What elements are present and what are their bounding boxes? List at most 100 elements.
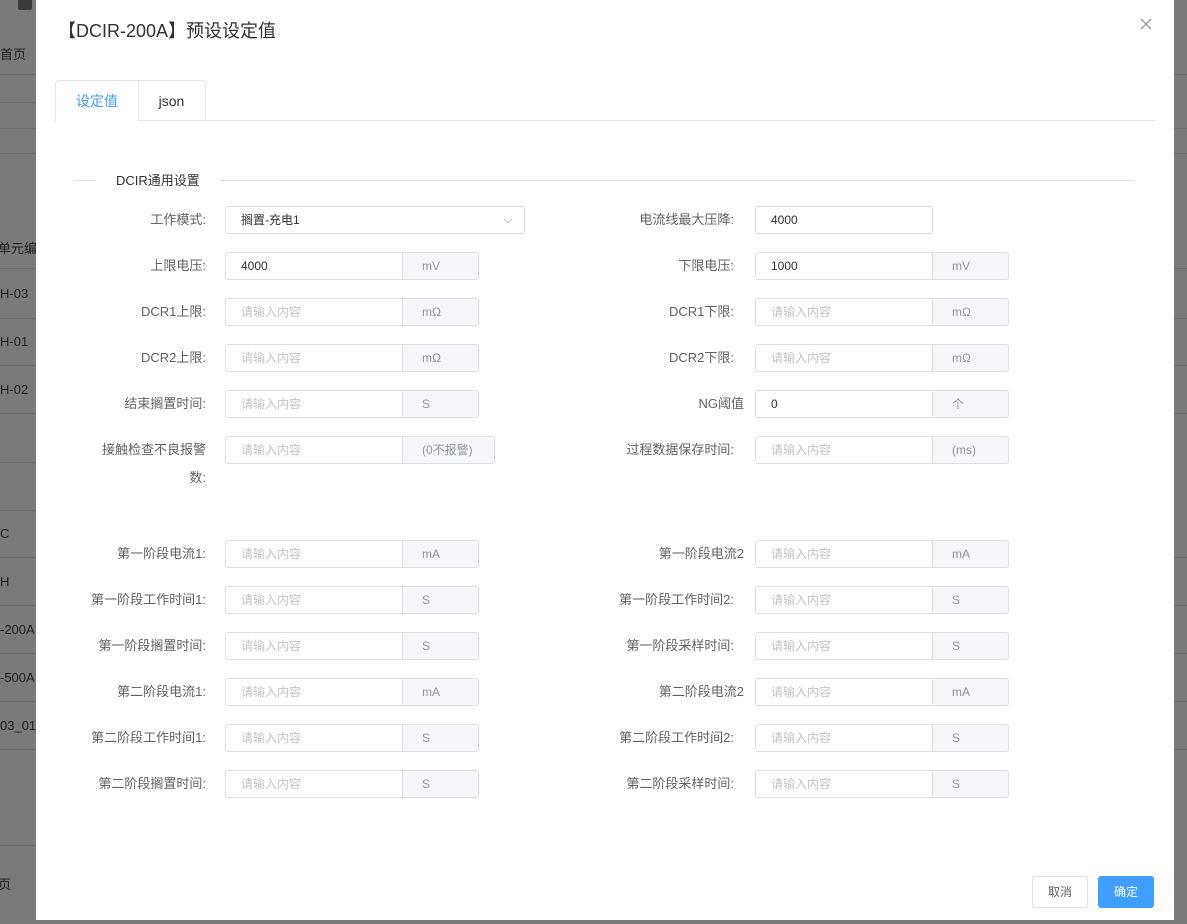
unit-label: S — [402, 770, 479, 798]
contact-check-alarm-input[interactable]: 请输入内容 — [225, 436, 403, 464]
tab-settings[interactable]: 设定值 — [55, 80, 139, 122]
dialog-title: 【DCIR-200A】预设设定值 — [58, 21, 277, 41]
placeholder-text: 请输入内容 — [771, 351, 832, 365]
unit-label: S — [402, 632, 479, 660]
form-row: 第一阶段电流1: 请输入内容 mA 第一阶段电流2 请输入内容 mA — [36, 540, 1174, 568]
stage2-rest-time-label: 第二阶段搁置时间: — [98, 776, 206, 791]
stage1-work-time1-input[interactable]: 请输入内容 — [225, 586, 403, 614]
unit-label: S — [932, 724, 1009, 752]
placeholder-text: 请输入内容 — [771, 731, 832, 745]
background-text: 页 — [0, 877, 12, 892]
dcr2-upper-label: DCR2上限: — [140, 350, 206, 365]
stage1-work-time2-input[interactable]: 请输入内容 — [755, 586, 933, 614]
unit-label: 个 — [932, 390, 1009, 418]
placeholder-text: 请输入内容 — [241, 777, 302, 791]
unit-label: mA — [932, 540, 1009, 568]
process-data-save-time-input[interactable]: 请输入内容 — [755, 436, 933, 464]
cancel-button[interactable]: 取消 — [1032, 876, 1088, 908]
section-title: DCIR通用设置 — [96, 171, 220, 191]
end-rest-time-label: 结束搁置时间: — [124, 396, 206, 411]
stage1-sample-time-input[interactable]: 请输入内容 — [755, 632, 933, 660]
confirm-button[interactable]: 确定 — [1098, 876, 1154, 908]
placeholder-text: 请输入内容 — [241, 305, 302, 319]
unit-label: mV — [932, 252, 1009, 280]
unit-label: S — [402, 724, 479, 752]
unit-label: S — [932, 632, 1009, 660]
unit-label: mΩ — [402, 344, 479, 372]
tab-json[interactable]: json — [138, 80, 206, 121]
placeholder-text: 请输入内容 — [241, 351, 302, 365]
stage2-current2-label: 第二阶段电流2 — [658, 684, 744, 699]
placeholder-text: 请输入内容 — [241, 685, 302, 699]
stage1-current1-label: 第一阶段电流1: — [117, 546, 206, 561]
stage2-work-time1-input[interactable]: 请输入内容 — [225, 724, 403, 752]
stage1-current2-input[interactable]: 请输入内容 — [755, 540, 933, 568]
section-divider — [74, 180, 1134, 181]
work-mode-value: 搁置-充电1 — [241, 213, 300, 227]
placeholder-text: 请输入内容 — [241, 443, 302, 457]
dcr2-lower-input[interactable]: 请输入内容 — [755, 344, 933, 372]
background-text: H — [0, 574, 10, 589]
preset-dialog: 【DCIR-200A】预设设定值 设定值 json DCIR通用设置 工作模式:… — [36, 0, 1174, 920]
unit-label: mΩ — [402, 298, 479, 326]
form-row: 第二阶段搁置时间: 请输入内容 S 第二阶段采样时间: 请输入内容 S — [36, 770, 1174, 798]
background-text: H-03 — [0, 286, 29, 301]
upper-voltage-value: 4000 — [241, 259, 268, 273]
form-row: 工作模式: 搁置-充电1 电流线最大压降: 4000 — [36, 206, 1174, 234]
background-text: 置首页 — [0, 47, 27, 62]
placeholder-text: 请输入内容 — [771, 547, 832, 561]
dcr1-upper-input[interactable]: 请输入内容 — [225, 298, 403, 326]
unit-label: mΩ — [932, 298, 1009, 326]
stage1-current1-input[interactable]: 请输入内容 — [225, 540, 403, 568]
stage1-rest-time-input[interactable]: 请输入内容 — [225, 632, 403, 660]
dcr2-upper-input[interactable]: 请输入内容 — [225, 344, 403, 372]
dcr1-lower-label: DCR1下限: — [668, 304, 734, 319]
form-row: 结束搁置时间: 请输入内容 S NG阈值 0 个 — [36, 390, 1174, 418]
max-voltage-drop-input[interactable]: 4000 — [755, 206, 933, 234]
stage2-rest-time-input[interactable]: 请输入内容 — [225, 770, 403, 798]
chevron-down-icon — [503, 218, 513, 224]
unit-label: (0不报警) — [402, 436, 495, 464]
ng-threshold-value: 0 — [771, 397, 778, 411]
unit-label: S — [932, 586, 1009, 614]
background-page-bottom — [0, 920, 1187, 924]
form-row: DCR2上限: 请输入内容 mΩ DCR2下限: 请输入内容 mΩ — [36, 344, 1174, 372]
stage2-sample-time-input[interactable]: 请输入内容 — [755, 770, 933, 798]
background-text: C — [0, 526, 10, 541]
placeholder-text: 请输入内容 — [241, 547, 302, 561]
stage1-work-time1-label: 第一阶段工作时间1: — [91, 592, 206, 607]
stage2-work-time2-input[interactable]: 请输入内容 — [755, 724, 933, 752]
lower-voltage-input[interactable]: 1000 — [755, 252, 933, 280]
placeholder-text: 请输入内容 — [241, 593, 302, 607]
contact-check-alarm-label-line1: 接触检查不良报警 — [101, 442, 206, 457]
upper-voltage-input[interactable]: 4000 — [225, 252, 403, 280]
stage2-sample-time-label: 第二阶段采样时间: — [626, 776, 734, 791]
placeholder-text: 请输入内容 — [241, 731, 302, 745]
unit-label: S — [402, 586, 479, 614]
end-rest-time-input[interactable]: 请输入内容 — [225, 390, 403, 418]
stage2-current1-label: 第二阶段电流1: — [117, 684, 206, 699]
placeholder-text: 请输入内容 — [241, 397, 302, 411]
form-row: 接触检查不良报警 数: 请输入内容 (0不报警) 过程数据保存时间: 请输入内容… — [36, 436, 1174, 492]
form-row: 第二阶段工作时间1: 请输入内容 S 第二阶段工作时间2: 请输入内容 S — [36, 724, 1174, 752]
form-row: DCR1上限: 请输入内容 mΩ DCR1下限: 请输入内容 mΩ — [36, 298, 1174, 326]
stage2-current1-input[interactable]: 请输入内容 — [225, 678, 403, 706]
background-text: 单元编 — [0, 241, 36, 256]
stage2-work-time1-label: 第二阶段工作时间1: — [91, 730, 206, 745]
lower-voltage-value: 1000 — [771, 259, 798, 273]
lower-voltage-label: 下限电压: — [678, 258, 734, 273]
upper-voltage-label: 上限电压: — [150, 258, 206, 273]
dcr1-lower-input[interactable]: 请输入内容 — [755, 298, 933, 326]
stage1-sample-time-label: 第一阶段采样时间: — [626, 638, 734, 653]
ng-threshold-input[interactable]: 0 — [755, 390, 933, 418]
background-page-left: 置首页 单元编 H-03 H-01 H-02 C H -200A -500A 0… — [0, 0, 36, 924]
dcr2-lower-label: DCR2下限: — [668, 350, 734, 365]
contact-check-alarm-label-line2: 数: — [189, 470, 206, 485]
stage2-work-time2-label: 第二阶段工作时间2: — [619, 730, 734, 745]
close-button[interactable] — [1137, 15, 1155, 33]
unit-label: mA — [402, 540, 479, 568]
stage2-current2-input[interactable]: 请输入内容 — [755, 678, 933, 706]
work-mode-select[interactable]: 搁置-充电1 — [225, 206, 525, 234]
stage1-work-time2-label: 第一阶段工作时间2: — [619, 592, 734, 607]
placeholder-text: 请输入内容 — [771, 443, 832, 457]
